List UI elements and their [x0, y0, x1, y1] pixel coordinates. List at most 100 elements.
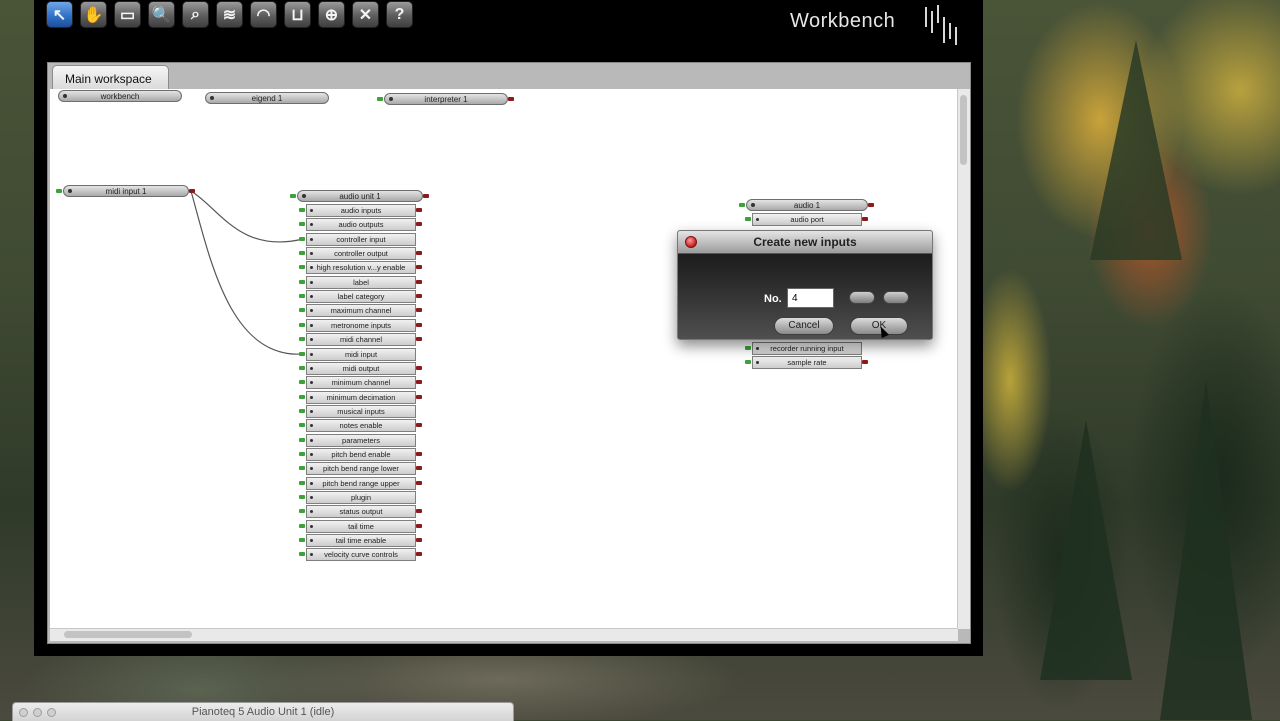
input-pin[interactable] [299, 251, 305, 256]
increment-button[interactable] [883, 291, 909, 304]
horizontal-scrollbar[interactable] [50, 628, 958, 641]
help-tool[interactable]: ? [386, 1, 413, 28]
output-pin[interactable] [189, 189, 195, 193]
routing-tool[interactable]: ⊔ [284, 1, 311, 28]
zoom-tool[interactable]: 🔍 [148, 1, 175, 28]
port-row[interactable]: tail time enable [306, 534, 416, 548]
port-row[interactable]: midi output [306, 361, 416, 375]
port-row[interactable]: label [306, 275, 416, 289]
vertical-scrollbar[interactable] [957, 89, 970, 629]
port-row[interactable]: pitch bend range upper [306, 476, 416, 490]
port-row[interactable]: pitch bend enable [306, 447, 416, 461]
input-pin[interactable] [745, 360, 751, 364]
input-pin[interactable] [377, 97, 383, 101]
input-pin[interactable] [299, 337, 305, 342]
output-pin[interactable] [416, 552, 422, 557]
agent-eigend[interactable]: eigend 1 [205, 92, 329, 104]
port-row[interactable]: metronome inputs [306, 318, 416, 332]
port-row[interactable]: pitch bend range lower [306, 462, 416, 476]
port-row[interactable]: controller output [306, 247, 416, 261]
input-pin[interactable] [299, 437, 305, 442]
input-pin[interactable] [299, 308, 305, 313]
port-row[interactable]: velocity curve controls [306, 548, 416, 562]
port-row[interactable]: maximum channel [306, 304, 416, 318]
input-pin[interactable] [299, 523, 305, 528]
input-pin[interactable] [299, 351, 305, 356]
input-pin[interactable] [299, 423, 305, 428]
output-pin[interactable] [508, 97, 514, 101]
output-pin[interactable] [416, 380, 422, 385]
port-row[interactable]: sample rate [752, 356, 862, 369]
output-pin[interactable] [868, 203, 874, 207]
hand-tool[interactable]: ✋ [80, 1, 107, 28]
input-pin[interactable] [299, 509, 305, 514]
output-pin[interactable] [416, 322, 422, 327]
output-pin[interactable] [416, 251, 422, 256]
input-pin[interactable] [299, 552, 305, 557]
input-pin[interactable] [299, 451, 305, 456]
input-pin[interactable] [299, 480, 305, 485]
port-row[interactable]: audio inputs [306, 204, 416, 217]
port-row[interactable]: status output [306, 505, 416, 519]
decrement-button[interactable] [849, 291, 875, 304]
output-pin[interactable] [416, 294, 422, 299]
input-pin[interactable] [745, 217, 751, 221]
zoom-fit-tool[interactable]: ⌕ [182, 1, 209, 28]
output-pin[interactable] [416, 308, 422, 313]
horizontal-scroll-thumb[interactable] [64, 631, 192, 638]
port-row[interactable]: high resolution v...y enable [306, 261, 416, 275]
port-row[interactable]: minimum decimation [306, 390, 416, 404]
output-pin[interactable] [416, 538, 422, 543]
agent-workbench[interactable]: workbench [58, 90, 182, 102]
output-pin[interactable] [416, 509, 422, 514]
output-pin[interactable] [862, 360, 868, 364]
port-row[interactable]: plugin [306, 491, 416, 504]
wiring-tool[interactable]: ≋ [216, 1, 243, 28]
input-pin[interactable] [299, 236, 305, 241]
input-pin[interactable] [739, 203, 745, 207]
input-pin[interactable] [299, 538, 305, 543]
output-pin[interactable] [416, 451, 422, 456]
agent-audio[interactable]: audio 1 [746, 199, 868, 211]
output-pin[interactable] [423, 194, 429, 198]
output-pin[interactable] [416, 208, 422, 212]
delete-tool[interactable]: ✕ [352, 1, 379, 28]
add-agent-tool[interactable]: ⊕ [318, 1, 345, 28]
port-row[interactable]: musical inputs [306, 404, 416, 418]
select-tool[interactable]: ↖ [46, 1, 73, 28]
input-pin[interactable] [299, 365, 305, 370]
workspace-canvas[interactable]: workbench eigend 1 interpreter 1 midi in… [50, 89, 958, 629]
port-row[interactable]: recorder running input [752, 342, 862, 355]
agent-midi-input[interactable]: midi input 1 [63, 185, 189, 197]
tab-main-workspace[interactable]: Main workspace [52, 65, 169, 90]
input-pin[interactable] [299, 222, 305, 227]
input-pin[interactable] [299, 294, 305, 299]
output-pin[interactable] [862, 217, 868, 221]
port-row[interactable]: controller input [306, 232, 416, 246]
cancel-button[interactable]: Cancel [774, 317, 834, 335]
output-pin[interactable] [416, 365, 422, 370]
output-pin[interactable] [416, 337, 422, 342]
input-pin[interactable] [299, 208, 305, 212]
number-input[interactable] [787, 288, 834, 308]
output-pin[interactable] [416, 466, 422, 471]
output-pin[interactable] [416, 222, 422, 227]
input-pin[interactable] [299, 322, 305, 327]
agent-audio-unit[interactable]: audio unit 1 [297, 190, 423, 202]
port-row[interactable]: parameters [306, 433, 416, 447]
input-pin[interactable] [745, 346, 751, 350]
port-row[interactable]: label category [306, 290, 416, 304]
port-row[interactable]: midi channel [306, 333, 416, 347]
input-pin[interactable] [299, 265, 305, 270]
port-row[interactable]: minimum channel [306, 376, 416, 390]
input-pin[interactable] [299, 394, 305, 399]
port-row[interactable]: midi input [306, 347, 416, 361]
port-row[interactable]: tail time [306, 519, 416, 533]
output-pin[interactable] [416, 394, 422, 399]
output-pin[interactable] [416, 523, 422, 528]
output-pin[interactable] [416, 279, 422, 284]
input-pin[interactable] [299, 408, 305, 413]
output-pin[interactable] [416, 265, 422, 270]
port-row[interactable]: notes enable [306, 419, 416, 433]
vertical-scroll-thumb[interactable] [960, 95, 967, 165]
